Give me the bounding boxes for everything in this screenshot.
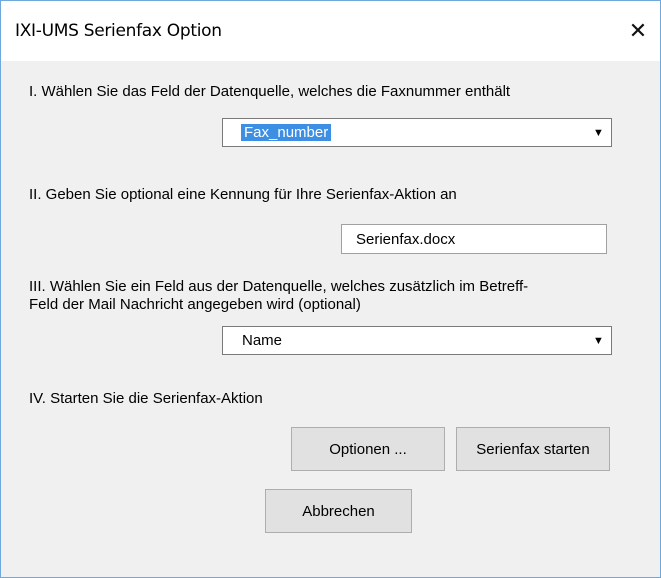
options-button[interactable]: Optionen ... [291, 427, 445, 471]
window-title: IXI-UMS Serienfax Option [15, 21, 222, 41]
step2-label: II. Geben Sie optional eine Kennung für … [29, 186, 457, 203]
cancel-button[interactable]: Abbrechen [265, 489, 412, 533]
subject-field-select[interactable]: Name ▼ [222, 326, 612, 355]
identifier-input[interactable]: Serienfax.docx [341, 224, 607, 254]
identifier-input-value: Serienfax.docx [356, 231, 456, 248]
step1-label: I. Wählen Sie das Feld der Datenquelle, … [29, 83, 511, 100]
title-bar: IXI-UMS Serienfax Option ✕ [1, 1, 660, 61]
close-icon: ✕ [628, 18, 648, 44]
chevron-down-icon[interactable]: ▼ [590, 122, 607, 143]
step4-label: IV. Starten Sie die Serienfax-Aktion [29, 390, 263, 407]
fax-field-selected-value: Fax_number [241, 124, 332, 141]
step3-label-line1: III. Wählen Sie ein Feld aus der Datenqu… [29, 278, 529, 295]
subject-field-selected-value: Name [242, 332, 283, 349]
close-button[interactable]: ✕ [616, 13, 660, 49]
chevron-down-icon[interactable]: ▼ [590, 330, 607, 351]
start-serienfax-button[interactable]: Serienfax starten [456, 427, 610, 471]
dialog-window: IXI-UMS Serienfax Option ✕ I. Wählen Sie… [0, 0, 661, 578]
fax-field-select[interactable]: Fax_number ▼ [222, 118, 612, 147]
step3-label-line2: Feld der Mail Nachricht angegeben wird (… [29, 296, 361, 313]
